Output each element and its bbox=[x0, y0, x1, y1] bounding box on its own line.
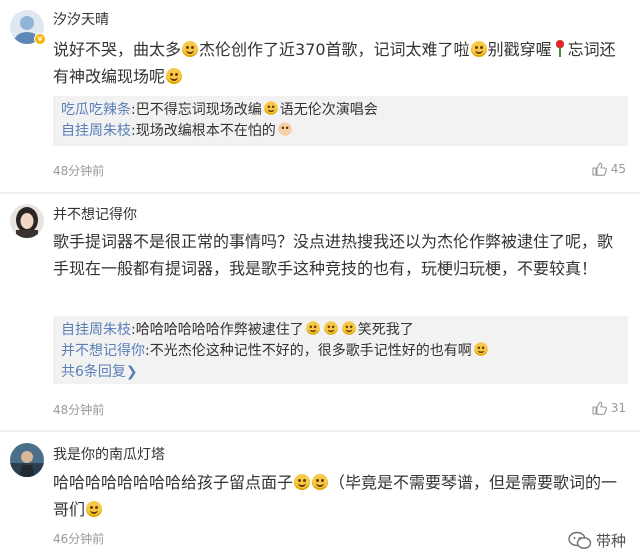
reply-item: 自挂周朱枝:现场改编根本不在怕的 bbox=[61, 121, 620, 142]
comment-item: 我是你的南瓜灯塔 哈哈哈哈哈哈哈哈给孩子留点面子 （毕竟是不需要琴谱，但是需要歌词… bbox=[0, 432, 640, 559]
comment-text-part: 别戳穿喔 bbox=[487, 40, 552, 59]
reply-box: 自挂周朱枝:哈哈哈哈哈哈作弊被逮住了 笑死我了 并不想记得你:不光杰伦这种记性不好… bbox=[53, 316, 628, 384]
reply-username[interactable]: 自挂周朱枝 bbox=[61, 123, 131, 139]
laughing-emoji-icon bbox=[323, 321, 338, 335]
reply-username[interactable]: 并不想记得你 bbox=[61, 343, 145, 359]
comment-item: v 汐汐天晴 说好不哭，曲太多 杰伦创作了近370首歌，记词太难了啦 别戳穿喔 忘词还… bbox=[0, 0, 640, 192]
chevron-right-icon: ❯ bbox=[125, 364, 138, 380]
timestamp: 48分钟前 bbox=[53, 164, 105, 178]
username[interactable]: 并不想记得你 bbox=[53, 204, 137, 224]
comment-item: 并不想记得你 歌手提词器不是很正常的事情吗？没点进热搜我还以为杰伦作弊被逮住了呢… bbox=[0, 194, 640, 430]
laughing-emoji-icon bbox=[473, 342, 488, 356]
reply-text: :哈哈哈哈哈哈作弊被逮住了 bbox=[131, 322, 304, 338]
watermark: 带种 bbox=[568, 530, 626, 551]
laughing-emoji-icon bbox=[341, 321, 356, 335]
reply-item: 并不想记得你:不光杰伦这种记性不好的，很多歌手记性好的也有啊 bbox=[61, 341, 620, 362]
watermark-text: 带种 bbox=[595, 532, 626, 550]
reply-username[interactable]: 自挂周朱枝 bbox=[61, 322, 131, 338]
wechat-icon bbox=[568, 531, 592, 549]
victory-hand-emoji-icon bbox=[277, 122, 292, 136]
verified-badge-icon: v bbox=[34, 33, 46, 45]
comment-text: 哈哈哈哈哈哈哈哈给孩子留点面子 （毕竟是不需要琴谱，但是需要歌词的一哥们 bbox=[53, 469, 628, 523]
username[interactable]: 我是你的南瓜灯塔 bbox=[53, 444, 165, 464]
reply-text: 语无伦次演唱会 bbox=[279, 102, 378, 118]
more-replies-link[interactable]: 共6条回复❯ bbox=[61, 362, 620, 383]
smirk-emoji-icon bbox=[263, 101, 278, 115]
thumbs-up-icon bbox=[592, 162, 607, 176]
reply-item: 自挂周朱枝:哈哈哈哈哈哈作弊被逮住了 笑死我了 bbox=[61, 320, 620, 341]
username[interactable]: 汐汐天晴 bbox=[53, 9, 109, 29]
reply-text: :现场改编根本不在怕的 bbox=[131, 123, 276, 139]
comment-text-part: 哈哈哈哈哈哈哈哈给孩子留点面子 bbox=[53, 473, 294, 492]
reply-text: :不光杰伦这种记性不好的，很多歌手记性好的也有啊 bbox=[145, 343, 472, 359]
timestamp: 48分钟前 bbox=[53, 403, 105, 417]
thumbs-up-icon bbox=[592, 401, 607, 415]
like-button[interactable]: 45 bbox=[592, 162, 626, 176]
crying-emoji-icon bbox=[182, 41, 199, 57]
reply-text: :巴不得忘词现场改编 bbox=[131, 102, 262, 118]
grin-emoji-icon bbox=[470, 41, 487, 57]
comment-text: 说好不哭，曲太多 杰伦创作了近370首歌，记词太难了啦 别戳穿喔 忘词还有神改编现场呢 bbox=[53, 36, 628, 90]
smirk-emoji-icon bbox=[166, 68, 183, 84]
reply-item: 吃瓜吃辣条:巴不得忘词现场改编 语无伦次演唱会 bbox=[61, 100, 620, 121]
comment-text: 歌手提词器不是很正常的事情吗？没点进热搜我还以为杰伦作弊被逮住了呢，歌手现在一般… bbox=[53, 232, 614, 278]
like-count: 45 bbox=[610, 162, 626, 176]
avatar[interactable] bbox=[10, 443, 44, 477]
reply-username[interactable]: 吃瓜吃辣条 bbox=[61, 102, 131, 118]
reply-text: 笑死我了 bbox=[357, 322, 414, 338]
comment-text-part: 说好不哭，曲太多 bbox=[53, 40, 182, 59]
smirk-emoji-icon bbox=[86, 501, 103, 517]
like-count: 31 bbox=[610, 401, 626, 415]
more-replies-label[interactable]: 共6条回复 bbox=[61, 364, 126, 380]
comment-text-part: 杰伦创作了近370首歌，记词太难了啦 bbox=[199, 40, 470, 59]
laughing-emoji-icon bbox=[305, 321, 320, 335]
avatar[interactable] bbox=[10, 204, 44, 238]
like-button[interactable]: 31 bbox=[592, 401, 626, 415]
reply-box: 吃瓜吃辣条:巴不得忘词现场改编 语无伦次演唱会 自挂周朱枝:现场改编根本不在怕的 bbox=[53, 96, 628, 146]
laughing-emoji-icon bbox=[294, 474, 311, 490]
rose-emoji-icon bbox=[553, 40, 567, 58]
laughing-emoji-icon bbox=[312, 474, 329, 490]
timestamp: 46分钟前 bbox=[53, 532, 105, 546]
